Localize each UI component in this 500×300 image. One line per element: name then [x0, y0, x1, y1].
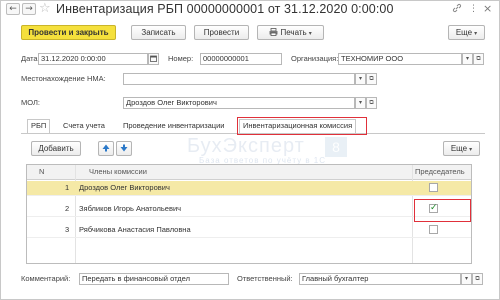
commission-table: N Члены комиссии Председатель 1 Дроздов …: [26, 164, 472, 264]
dropdown-arrow-icon[interactable]: ▾: [462, 53, 473, 65]
tab-accounts[interactable]: Счета учета: [59, 119, 109, 133]
add-button[interactable]: Добавить: [31, 141, 81, 156]
member-name: Дроздов Олег Викторович: [79, 183, 170, 192]
highlight-frame-tab: [237, 117, 367, 135]
date-label: Дата:: [21, 54, 40, 63]
open-link-icon[interactable]: ⧉: [366, 97, 377, 109]
member-name: Зябликов Игорь Анатольевич: [79, 204, 182, 213]
save-button[interactable]: Записать: [131, 25, 186, 40]
open-link-icon[interactable]: ⧉: [473, 53, 484, 65]
calendar-icon[interactable]: [148, 53, 159, 65]
document-window: ← → ☆ Инвентаризация РБП 00000000001 от …: [0, 0, 500, 300]
open-link-icon[interactable]: ⧉: [472, 273, 483, 285]
chair-checkbox[interactable]: [429, 183, 438, 192]
table-more-label: Еще: [450, 144, 468, 153]
tab-rbp[interactable]: РБП: [27, 119, 51, 133]
arrow-left-icon: ←: [9, 4, 17, 14]
dropdown-arrow-icon[interactable]: ▾: [355, 73, 366, 85]
table-row[interactable]: 2 Зябликов Игорь Анатольевич ✓: [27, 202, 471, 217]
dropdown-arrow-icon: ▾: [474, 31, 478, 37]
responsible-field[interactable]: Главный бухгалтер: [299, 273, 461, 285]
table-row[interactable]: 3 Рябчикова Анастасия Павловна: [27, 223, 471, 238]
dropdown-arrow-icon: ▾: [469, 147, 473, 153]
move-down-icon[interactable]: [116, 141, 132, 156]
print-label: Печать: [280, 28, 307, 37]
back-button[interactable]: ←: [6, 3, 20, 15]
dropdown-arrow-icon[interactable]: ▾: [355, 97, 366, 109]
dropdown-arrow-icon[interactable]: ▾: [461, 273, 472, 285]
forward-button[interactable]: →: [22, 3, 36, 15]
row-number: 1: [65, 183, 70, 192]
date-field[interactable]: 31.12.2020 0:00:00: [38, 53, 148, 65]
number-field[interactable]: 00000000001: [200, 53, 282, 65]
number-label: Номер:: [168, 54, 194, 63]
highlight-frame-checkbox: [414, 199, 471, 222]
comment-label: Комментарий:: [21, 274, 71, 283]
location-label: Местонахождение НМА:: [21, 74, 106, 83]
post-button[interactable]: Провести: [194, 25, 249, 40]
comment-field[interactable]: Передать в финансовый отдел: [79, 273, 229, 285]
table-header: N Члены комиссии Председатель: [27, 165, 471, 180]
link-icon[interactable]: [452, 3, 462, 17]
mol-field[interactable]: Дроздов Олег Викторович: [123, 97, 355, 109]
more-vertical-icon[interactable]: ⋮: [469, 3, 478, 15]
tab-inventory-posting[interactable]: Проведение инвентаризации: [119, 119, 228, 133]
page-title: Инвентаризация РБП 00000000001 от 31.12.…: [56, 2, 394, 16]
favorite-star-icon[interactable]: ☆: [39, 1, 51, 17]
title-bar: ← → ☆ Инвентаризация РБП 00000000001 от …: [1, 1, 500, 18]
responsible-label: Ответственный:: [237, 274, 293, 283]
chair-checkbox[interactable]: [429, 225, 438, 234]
organization-label: Организация:: [291, 54, 339, 63]
post-and-close-button[interactable]: Провести и закрыть: [21, 25, 116, 40]
arrow-right-icon: →: [25, 4, 33, 14]
table-more-button[interactable]: Еще ▾: [443, 141, 480, 156]
column-header-members: Члены комиссии: [89, 167, 147, 176]
member-name: Рябчикова Анастасия Павловна: [79, 225, 191, 234]
printer-icon: [269, 28, 278, 36]
row-number: 2: [65, 204, 70, 213]
more-button[interactable]: Еще ▾: [448, 25, 485, 40]
organization-field[interactable]: ТЕХНОМИР ООО: [338, 53, 462, 65]
open-link-icon[interactable]: ⧉: [366, 73, 377, 85]
close-icon[interactable]: ×: [483, 3, 492, 15]
column-header-n: N: [39, 167, 45, 176]
column-header-chair: Председатель: [415, 167, 465, 176]
watermark-title: БухЭксперт: [187, 135, 305, 157]
more-label: Еще: [455, 28, 473, 37]
table-row[interactable]: 1 Дроздов Олег Викторович: [27, 181, 471, 196]
print-button[interactable]: Печать ▾: [257, 25, 324, 40]
row-number: 3: [65, 225, 70, 234]
dropdown-arrow-icon: ▾: [308, 31, 312, 37]
location-field[interactable]: [123, 73, 355, 85]
watermark-badge: 8: [325, 137, 347, 157]
mol-label: МОЛ:: [21, 98, 41, 107]
move-up-icon[interactable]: [98, 141, 114, 156]
